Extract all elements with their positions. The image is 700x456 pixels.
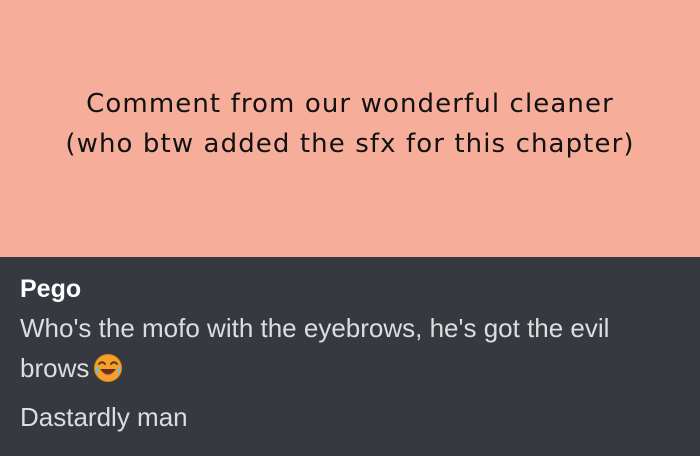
caption-line-2: (who btw added the sfx for this chapter) xyxy=(65,129,635,159)
chat-message-panel: Pego Who's the mofo with the eyebrows, h… xyxy=(0,257,700,456)
message-text-line-2: brows xyxy=(20,348,123,388)
caption-line-1: Comment from our wonderful cleaner xyxy=(86,89,614,119)
caption-text: Comment from our wonderful cleaner (who … xyxy=(0,84,700,164)
message-text-line-1: Who's the mofo with the eyebrows, he's g… xyxy=(20,313,610,343)
message-text-second: Dastardly man xyxy=(20,402,188,432)
screenshot: Comment from our wonderful cleaner (who … xyxy=(0,0,700,456)
laughing-crying-emoji-icon xyxy=(94,354,123,383)
message-text-brows: brows xyxy=(20,353,90,383)
caption-banner: Comment from our wonderful cleaner (who … xyxy=(0,0,700,257)
message-author[interactable]: Pego xyxy=(20,273,81,305)
